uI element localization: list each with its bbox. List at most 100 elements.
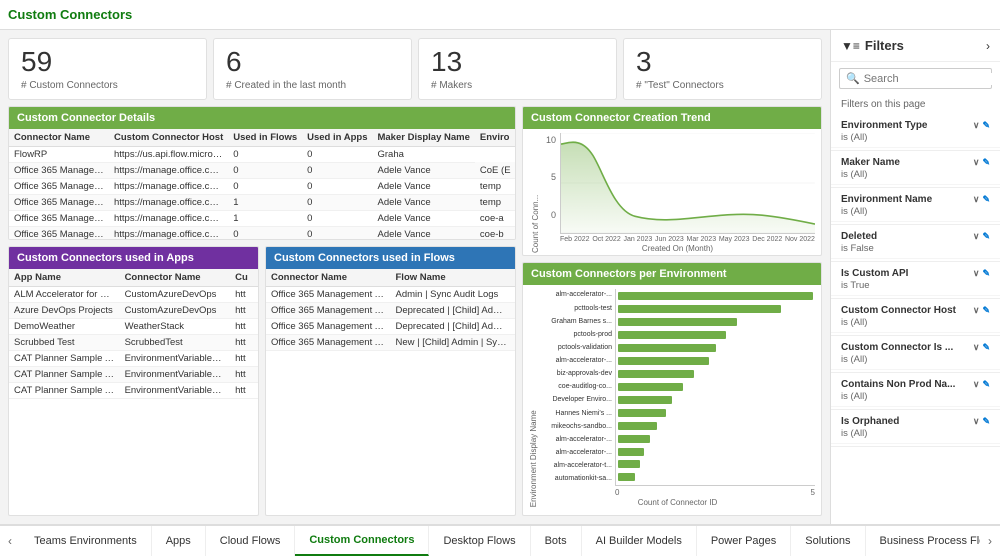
filter-name-1: Maker Name ∨✎ bbox=[841, 157, 990, 168]
details-table-cell: Graha bbox=[372, 146, 474, 162]
bar-fill bbox=[618, 344, 716, 352]
bar-label: Hannes Niemi's ... bbox=[540, 408, 612, 420]
filter-item-3[interactable]: Deleted∨✎is False bbox=[831, 227, 1000, 259]
stat-card-1: 6 # Created in the last month bbox=[213, 38, 412, 100]
apps-table-row: Azure DevOps ProjectsCustomAzureDevOpsht… bbox=[9, 302, 258, 318]
col-apps: Used in Apps bbox=[302, 129, 372, 147]
details-table-cell: 0 bbox=[228, 162, 302, 178]
flows-table-row: Office 365 Management APIAdmin | Sync Au… bbox=[266, 286, 515, 302]
apps-table: App Name Connector Name Cu ALM Accelerat… bbox=[9, 269, 258, 399]
apps-table-section: Custom Connectors used in Apps App Name … bbox=[8, 246, 259, 516]
filter-item-2[interactable]: Environment Name∨✎is (All) bbox=[831, 190, 1000, 222]
details-table-cell: 0 bbox=[228, 178, 302, 194]
nav-tab-custom-connectors[interactable]: Custom Connectors bbox=[295, 526, 429, 556]
search-input[interactable] bbox=[864, 73, 1000, 85]
filter-name-4: Is Custom API∨✎ bbox=[841, 268, 990, 279]
filter-item-1[interactable]: Maker Name∨✎is (All) bbox=[831, 153, 1000, 185]
filter-name-3: Deleted∨✎ bbox=[841, 231, 990, 242]
flows-table: Connector Name Flow Name Office 365 Mana… bbox=[266, 269, 515, 351]
filter-edit-1[interactable]: ✎ bbox=[982, 157, 990, 168]
flows-table-section: Custom Connectors used in Flows Connecto… bbox=[265, 246, 516, 516]
apps-table-row: DemoWeatherWeatherStackhtt bbox=[9, 318, 258, 334]
filter-chevron-3[interactable]: ∨ bbox=[973, 231, 980, 242]
filter-item-4[interactable]: Is Custom API∨✎is True bbox=[831, 264, 1000, 296]
filter-chevron-1[interactable]: ∨ bbox=[973, 157, 980, 168]
filter-edit-0[interactable]: ✎ bbox=[982, 120, 990, 131]
col-maker: Maker Display Name bbox=[372, 129, 474, 147]
filter-item-7[interactable]: Contains Non Prod Na...∨✎is (All) bbox=[831, 375, 1000, 407]
details-table-cell: coe-b bbox=[475, 226, 515, 239]
bar-row bbox=[618, 446, 813, 458]
nav-tab-solutions[interactable]: Solutions bbox=[791, 526, 865, 556]
y-axis: 10 5 0 bbox=[540, 133, 560, 234]
nav-tab-bots[interactable]: Bots bbox=[531, 526, 582, 556]
filter-edit-2[interactable]: ✎ bbox=[982, 194, 990, 205]
nav-tab-teams-environments[interactable]: Teams Environments bbox=[20, 526, 152, 556]
nav-tab-ai-builder-models[interactable]: AI Builder Models bbox=[582, 526, 697, 556]
details-table-cell: Office 365 Management API New bbox=[9, 210, 109, 226]
filter-value-2: is (All) bbox=[841, 206, 990, 217]
flows-table-cell: Office 365 Management API bbox=[266, 302, 391, 318]
filter-search-box[interactable]: 🔍 bbox=[839, 68, 992, 89]
nav-tab-desktop-flows[interactable]: Desktop Flows bbox=[429, 526, 530, 556]
apps-table-cell: EnvironmentVariableConnector bbox=[120, 366, 231, 382]
filter-chevron-0[interactable]: ∨ bbox=[973, 120, 980, 131]
filter-value-5: is (All) bbox=[841, 317, 990, 328]
filter-name-text-1: Maker Name bbox=[841, 157, 900, 168]
filter-chevron-2[interactable]: ∨ bbox=[973, 194, 980, 205]
col-flows: Used in Flows bbox=[228, 129, 302, 147]
filter-icon: ▼≡ bbox=[841, 39, 860, 53]
details-table-cell: Adele Vance bbox=[372, 194, 474, 210]
filter-edit-5[interactable]: ✎ bbox=[982, 305, 990, 316]
apps-table-cell: CAT Planner Sample App bbox=[9, 382, 120, 398]
details-table-cell: CoE (E bbox=[475, 162, 515, 178]
filter-chevron-5[interactable]: ∨ bbox=[973, 305, 980, 316]
bar-fill bbox=[618, 409, 666, 417]
filter-chevron-4[interactable]: ∨ bbox=[973, 268, 980, 279]
bar-row bbox=[618, 420, 813, 432]
apps-table-cell: htt bbox=[230, 350, 258, 366]
filter-edit-4[interactable]: ✎ bbox=[982, 268, 990, 279]
nav-prev[interactable]: ‹ bbox=[0, 526, 20, 556]
bar-row bbox=[618, 407, 813, 419]
filter-item-0[interactable]: Environment Type∨✎is (All) bbox=[831, 116, 1000, 148]
details-table-cell: 0 bbox=[302, 146, 372, 162]
details-table-cell: 0 bbox=[302, 178, 372, 194]
filter-edit-7[interactable]: ✎ bbox=[982, 379, 990, 390]
flows-table-cell: Office 365 Management API bbox=[266, 286, 391, 302]
filter-name-8: Is Orphaned∨✎ bbox=[841, 416, 990, 427]
filter-chevron-8[interactable]: ∨ bbox=[973, 416, 980, 427]
nav-tab-cloud-flows[interactable]: Cloud Flows bbox=[206, 526, 296, 556]
filter-edit-8[interactable]: ✎ bbox=[982, 416, 990, 427]
nav-next[interactable]: › bbox=[980, 526, 1000, 556]
details-table-cell: temp bbox=[475, 194, 515, 210]
apps-table-cell: Dataverse Prerequisite Validation bbox=[9, 398, 120, 399]
filter-chevron-6[interactable]: ∨ bbox=[973, 342, 980, 353]
apps-table-cell: CustomAzureDevOps bbox=[120, 302, 231, 318]
filter-divider-7 bbox=[831, 409, 1000, 410]
details-table-cell: https://manage.office.com/api /v1.0 bbox=[109, 162, 228, 178]
filter-chevron-7[interactable]: ∨ bbox=[973, 379, 980, 390]
nav-tab-business-process-flows[interactable]: Business Process Flows bbox=[866, 526, 980, 556]
flows-table-header: Custom Connectors used in Flows bbox=[266, 247, 515, 269]
filter-item-8[interactable]: Is Orphaned∨✎is (All) bbox=[831, 412, 1000, 444]
nav-tab-apps[interactable]: Apps bbox=[152, 526, 206, 556]
filter-divider-6 bbox=[831, 372, 1000, 373]
details-table-cell: https://manage.office.com/api /v1.0 bbox=[109, 178, 228, 194]
x-axis-title: Created On (Month) bbox=[540, 244, 815, 253]
filter-item-6[interactable]: Custom Connector Is ...∨✎is (All) bbox=[831, 338, 1000, 370]
filter-edit-6[interactable]: ✎ bbox=[982, 342, 990, 353]
bar-fill bbox=[618, 460, 640, 468]
filter-edit-3[interactable]: ✎ bbox=[982, 231, 990, 242]
details-table-cell: Adele Vance bbox=[372, 162, 474, 178]
nav-tab-power-pages[interactable]: Power Pages bbox=[697, 526, 791, 556]
filter-item-5[interactable]: Custom Connector Host∨✎is (All) bbox=[831, 301, 1000, 333]
details-table-row: Office 365 Management APIhttps://manage.… bbox=[9, 162, 515, 178]
bar-row bbox=[618, 303, 813, 315]
bar-label: alm-accelerator-... bbox=[540, 434, 612, 446]
filters-expand-icon[interactable]: › bbox=[986, 39, 990, 53]
apps-table-row: ALM Accelerator for Power PlatformCustom… bbox=[9, 286, 258, 302]
filter-name-text-0: Environment Type bbox=[841, 120, 928, 131]
bar-fill bbox=[618, 435, 650, 443]
page-title: Custom Connectors bbox=[8, 7, 132, 22]
